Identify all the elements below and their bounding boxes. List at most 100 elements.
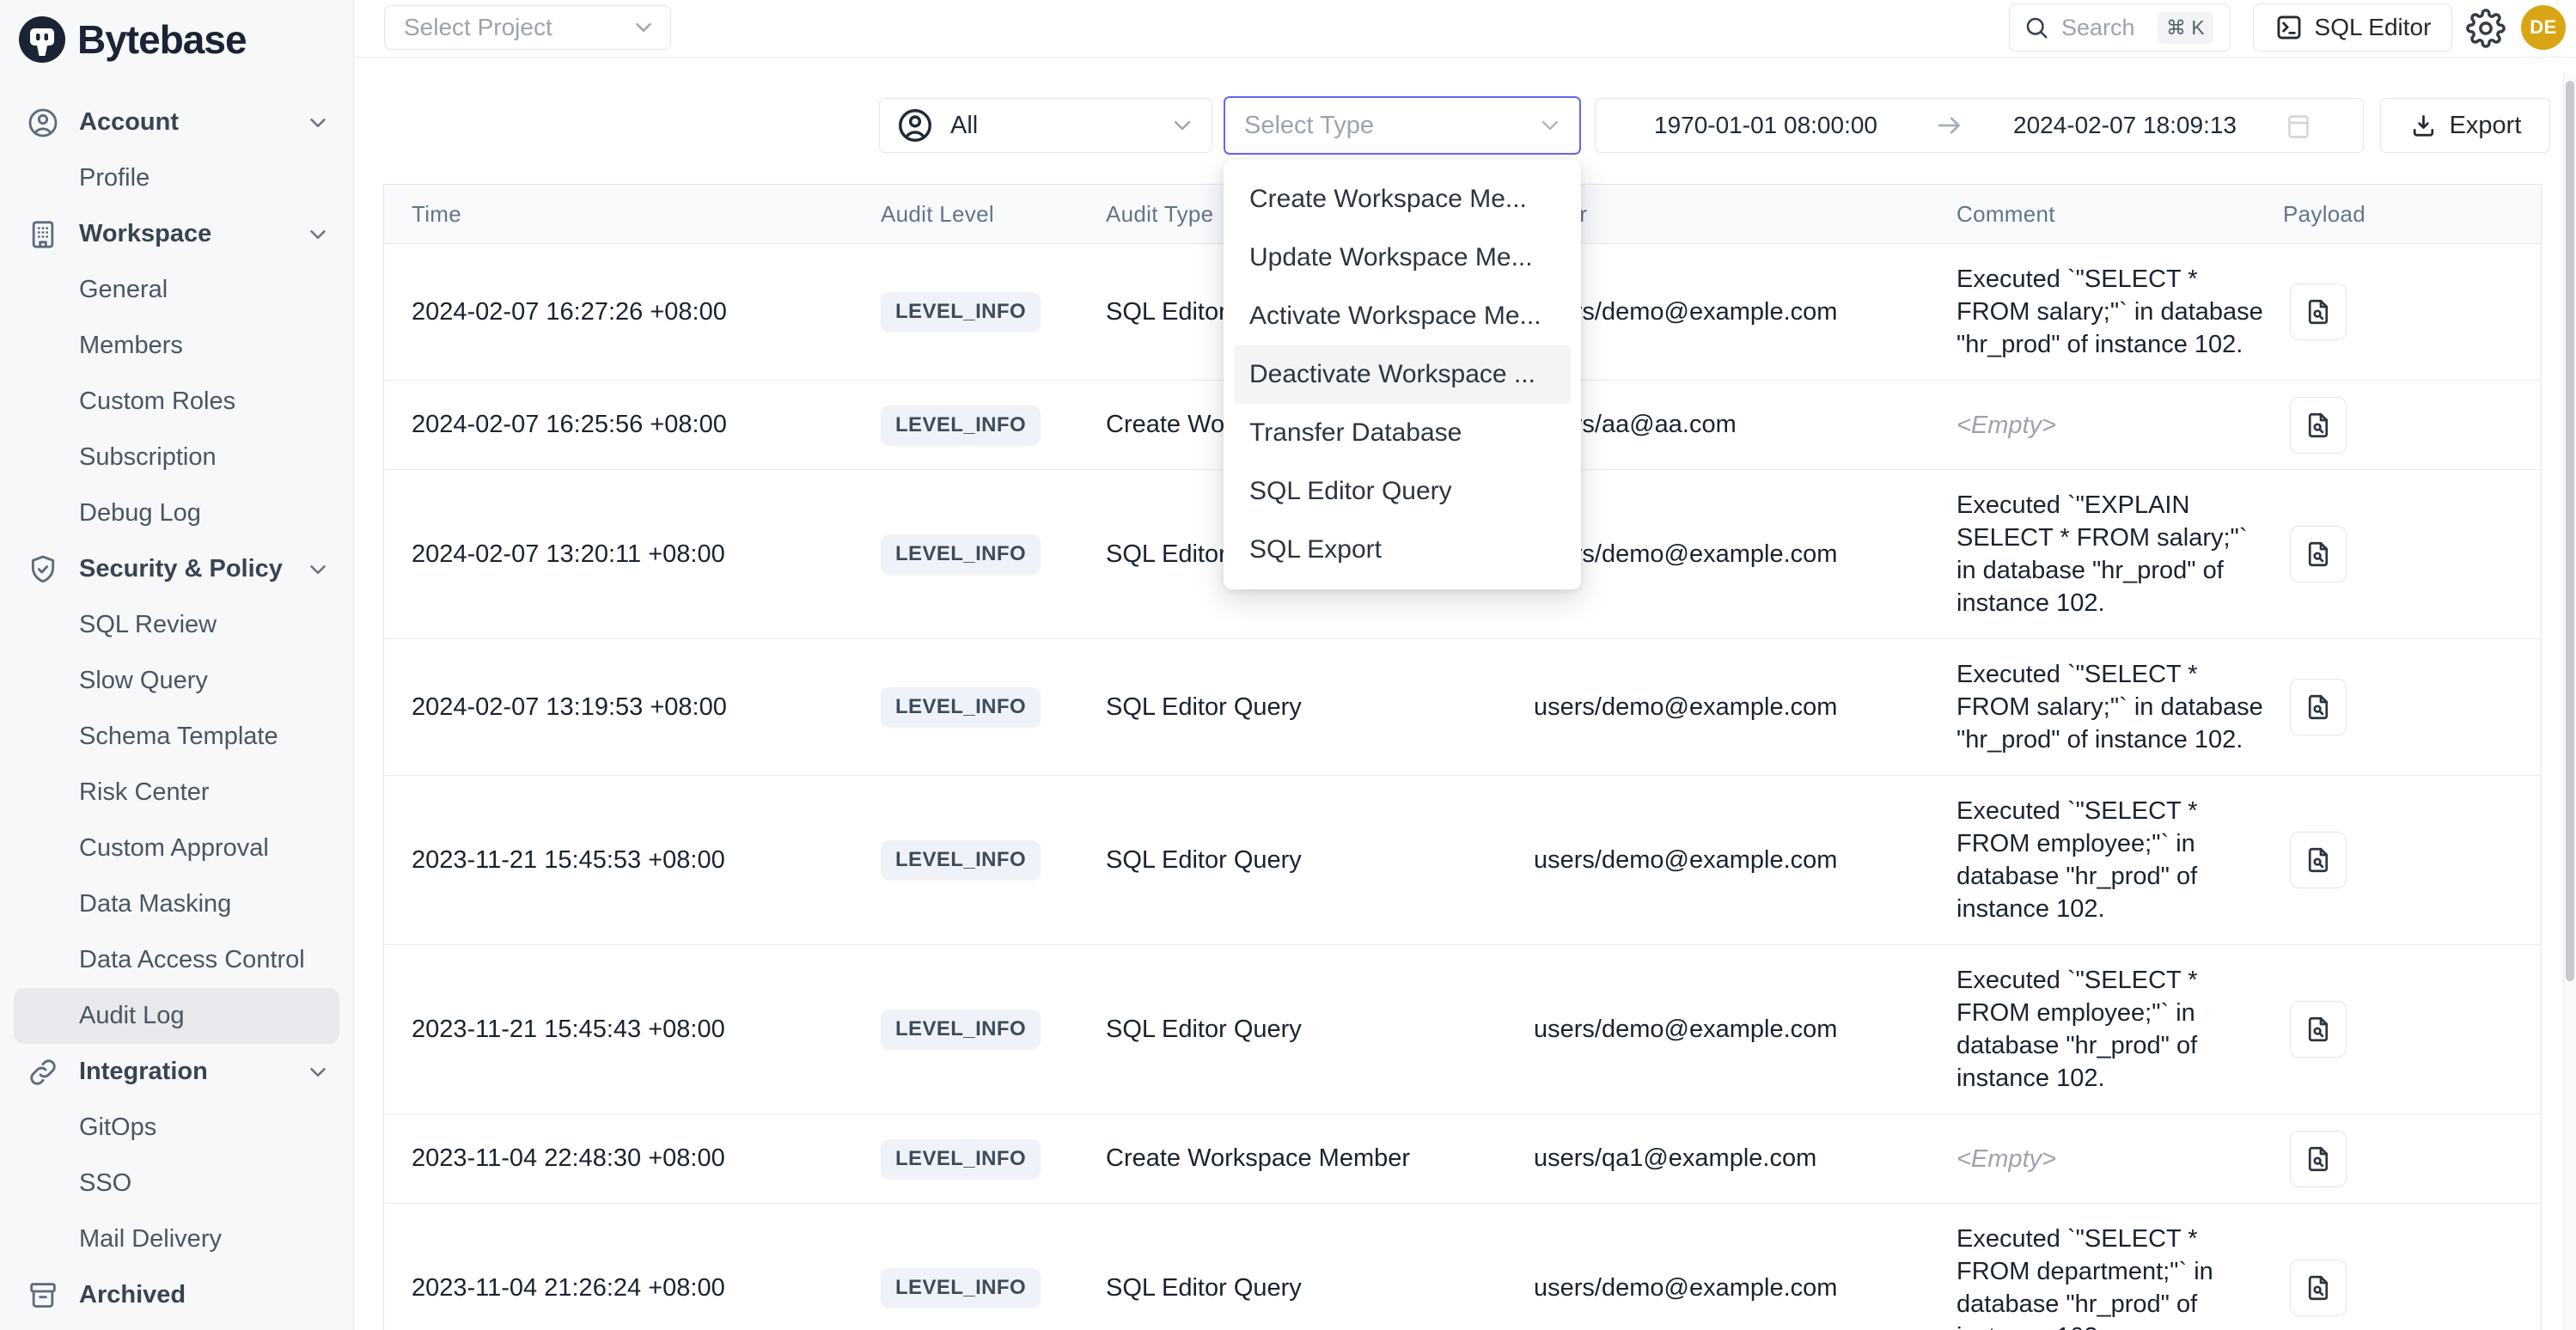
- cell-time: 2024-02-07 16:25:56 +08:00: [384, 411, 881, 439]
- payload-button[interactable]: [2290, 832, 2347, 888]
- cell-comment: <Empty>: [1956, 390, 2283, 461]
- audit-level-badge: LEVEL_INFO: [881, 687, 1041, 727]
- actor-filter-select[interactable]: All: [879, 98, 1212, 153]
- sidebar-item-slow-query[interactable]: Slow Query: [0, 653, 353, 709]
- audit-level-badge: LEVEL_INFO: [881, 840, 1041, 880]
- menu-option-create-workspace-me[interactable]: Create Workspace Me...: [1224, 170, 1581, 229]
- search-shortcut-badge: ⌘ K: [2158, 12, 2213, 44]
- project-select-label: Select Project: [404, 14, 631, 41]
- calendar-icon: [2283, 110, 2314, 141]
- gear-icon[interactable]: [2466, 9, 2506, 48]
- payload-button[interactable]: [2290, 1001, 2347, 1058]
- cell-time: 2023-11-04 21:26:24 +08:00: [384, 1274, 881, 1303]
- cell-audit-type: SQL Editor Query: [1106, 1274, 1534, 1303]
- file-search-icon: [2303, 1272, 2334, 1303]
- date-to[interactable]: 2024-02-07 18:09:13: [2013, 112, 2237, 139]
- date-from[interactable]: 1970-01-01 08:00:00: [1654, 112, 1877, 139]
- menu-option-sql-editor-query[interactable]: SQL Editor Query: [1224, 462, 1581, 521]
- cell-comment: Executed `"SELECT * FROM employee;"` in …: [1956, 945, 2283, 1113]
- menu-option-deactivate-workspace[interactable]: Deactivate Workspace ...: [1234, 345, 1571, 404]
- table-row: 2024-02-07 13:19:53 +08:00LEVEL_INFO SQL …: [384, 639, 2541, 776]
- sidebar-section-security-policy[interactable]: Security & Policy: [0, 541, 353, 597]
- payload-button[interactable]: [2290, 1260, 2347, 1316]
- sidebar-section-integration[interactable]: Integration: [0, 1044, 353, 1100]
- vertical-scrollbar[interactable]: [2563, 74, 2576, 1330]
- payload-button[interactable]: [2290, 679, 2347, 735]
- sidebar-item-custom-approval[interactable]: Custom Approval: [0, 821, 353, 876]
- table-row: 2023-11-21 15:45:53 +08:00LEVEL_INFOSQL …: [384, 776, 2541, 945]
- file-search-icon: [2303, 845, 2334, 875]
- type-filter-select[interactable]: Select Type: [1224, 96, 1581, 155]
- payload-button[interactable]: [2290, 284, 2347, 340]
- sidebar-section-archived[interactable]: Archived: [0, 1267, 353, 1323]
- project-select[interactable]: Select Project: [384, 5, 671, 50]
- audit-level-badge: LEVEL_INFO: [881, 1010, 1041, 1049]
- sidebar-item-mail-delivery[interactable]: Mail Delivery: [0, 1211, 353, 1267]
- payload-button[interactable]: [2290, 397, 2347, 454]
- sidebar-item-subscription[interactable]: Subscription: [0, 430, 353, 485]
- bytebase-logo-icon: [19, 16, 65, 63]
- menu-option-activate-workspace-me[interactable]: Activate Workspace Me...: [1224, 287, 1581, 345]
- menu-option-update-workspace-me[interactable]: Update Workspace Me...: [1224, 229, 1581, 287]
- cell-comment: Executed `"SELECT * FROM department;"` i…: [1956, 1204, 2283, 1330]
- date-range-picker[interactable]: 1970-01-01 08:00:00 2024-02-07 18:09:13: [1595, 98, 2364, 153]
- sidebar-item-custom-roles[interactable]: Custom Roles: [0, 374, 353, 430]
- cell-audit-level: LEVEL_INFO: [881, 1268, 1106, 1308]
- sidebar-item-risk-center[interactable]: Risk Center: [0, 765, 353, 821]
- cell-audit-level: LEVEL_INFO: [881, 1139, 1106, 1179]
- type-filter-menu: Create Workspace Me...Update Workspace M…: [1224, 160, 1581, 589]
- sidebar-item-data-masking[interactable]: Data Masking: [0, 876, 353, 932]
- sidebar-item-gitops[interactable]: GitOps: [0, 1100, 353, 1156]
- menu-option-transfer-database[interactable]: Transfer Database: [1224, 404, 1581, 462]
- file-search-icon: [2303, 692, 2334, 723]
- column-header-comment: Comment: [1956, 201, 2283, 228]
- search-input[interactable]: [2060, 14, 2158, 42]
- cell-actor: users/qa1@example.com: [1534, 1144, 1956, 1173]
- terminal-icon: [2274, 13, 2304, 42]
- sidebar-item-audit-log[interactable]: Audit Log: [14, 988, 339, 1044]
- cell-time: 2024-02-07 13:19:53 +08:00: [384, 693, 881, 722]
- menu-option-sql-export[interactable]: SQL Export: [1224, 521, 1581, 579]
- search-box[interactable]: ⌘ K: [2009, 3, 2231, 52]
- sidebar-item-profile[interactable]: Profile: [0, 150, 353, 206]
- sidebar-item-sql-review[interactable]: SQL Review: [0, 597, 353, 653]
- payload-button[interactable]: [2290, 526, 2347, 583]
- sidebar-item-schema-template[interactable]: Schema Template: [0, 709, 353, 765]
- export-label: Export: [2450, 112, 2522, 140]
- audit-level-badge: LEVEL_INFO: [881, 1139, 1041, 1179]
- sidebar-item-data-access-control[interactable]: Data Access Control: [0, 932, 353, 988]
- cell-payload: [2283, 397, 2541, 454]
- scrollbar-thumb[interactable]: [2566, 81, 2574, 981]
- sidebar-section-label: Integration: [79, 1058, 305, 1086]
- user-avatar[interactable]: DE: [2521, 5, 2566, 50]
- brand-name: Bytebase: [77, 16, 247, 63]
- cell-time: 2024-02-07 16:27:26 +08:00: [384, 298, 881, 326]
- table-row: 2023-11-04 21:26:24 +08:00LEVEL_INFOSQL …: [384, 1204, 2541, 1330]
- sidebar-item-debug-log[interactable]: Debug Log: [0, 485, 353, 541]
- user-circle-icon: [26, 106, 60, 140]
- chevron-down-icon: [1169, 112, 1196, 139]
- shield-check-icon: [26, 552, 60, 587]
- sidebar-item-sso[interactable]: SSO: [0, 1156, 353, 1211]
- brand-logo[interactable]: Bytebase: [0, 0, 353, 79]
- sql-editor-button[interactable]: SQL Editor: [2253, 3, 2452, 52]
- cell-audit-level: LEVEL_INFO: [881, 534, 1106, 574]
- cell-comment: Executed `"SELECT * FROM salary;"` in da…: [1956, 639, 2283, 775]
- cell-payload: [2283, 1131, 2541, 1187]
- table-row: 2023-11-21 15:45:43 +08:00LEVEL_INFOSQL …: [384, 945, 2541, 1114]
- column-header-audit-level: Audit Level: [881, 201, 1106, 228]
- sidebar-item-general[interactable]: General: [0, 262, 353, 318]
- cell-audit-type: SQL Editor Query: [1106, 693, 1534, 722]
- cell-audit-level: LEVEL_INFO: [881, 406, 1106, 445]
- cell-time: 2024-02-07 13:20:11 +08:00: [384, 540, 881, 569]
- payload-button[interactable]: [2290, 1131, 2347, 1187]
- cell-comment: Executed `"EXPLAIN SELECT * FROM salary;…: [1956, 470, 2283, 638]
- cell-actor: users/aa@aa.com: [1534, 411, 1956, 439]
- sidebar-section-workspace[interactable]: Workspace: [0, 206, 353, 262]
- file-search-icon: [2303, 539, 2334, 570]
- sidebar-item-members[interactable]: Members: [0, 318, 353, 374]
- chevron-down-icon: [305, 1059, 331, 1085]
- sidebar-section-account[interactable]: Account: [0, 95, 353, 150]
- sidebar-section-label: Account: [79, 108, 305, 137]
- export-button[interactable]: Export: [2380, 98, 2550, 153]
